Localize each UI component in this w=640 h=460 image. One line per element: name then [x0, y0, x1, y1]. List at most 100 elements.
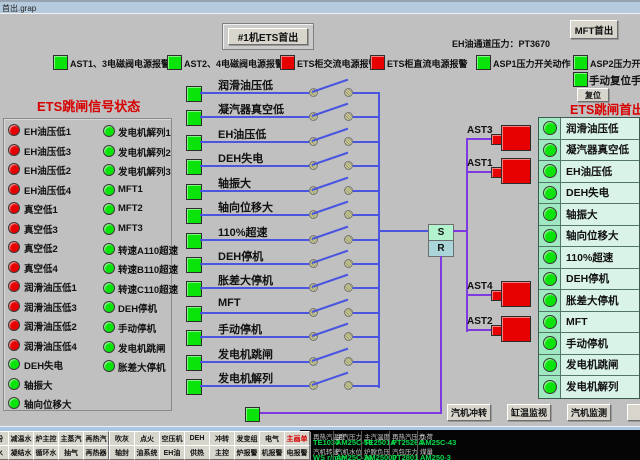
trip-lamp-label: 发电机解列2	[118, 145, 171, 159]
logic-row-label: 轴向位移大	[218, 199, 273, 215]
trip-lamp-label: DEH失电	[24, 358, 63, 372]
wire	[351, 214, 379, 216]
first-out-lamp	[543, 229, 557, 243]
trip-lamp-label: 润滑油压低4	[24, 339, 77, 353]
first-out-lamp	[543, 121, 557, 135]
wire	[200, 190, 313, 192]
trip-lamp-label: 转速C110超速	[118, 282, 178, 296]
toolbar-button[interactable]: 轴封	[109, 445, 135, 460]
toolbar-button[interactable]: 再热器	[83, 445, 109, 460]
switch-contact-icon	[344, 137, 353, 146]
switch-contact-icon	[344, 161, 353, 170]
logic-row-label: 手动停机	[218, 321, 262, 337]
toolbar-button[interactable]: 凝结水	[8, 445, 34, 460]
toolbar-button[interactable]: 电气	[259, 431, 285, 446]
readout-value: PT2801	[392, 453, 418, 460]
ets-first-out-button[interactable]: #1机ETS首出	[228, 28, 308, 45]
wire	[351, 92, 379, 94]
trip-status-title: ETS跳闸信号状态	[37, 96, 140, 115]
first-out-row: 轴振大	[539, 204, 639, 226]
nav-button[interactable]: 汽机监测	[567, 404, 611, 421]
first-out-row: 发电机解列	[539, 376, 639, 398]
toolbar-button[interactable]: 冲转	[209, 431, 235, 446]
trip-lamp	[8, 339, 20, 351]
legend-indicator	[476, 55, 491, 70]
switch-blade-icon	[312, 226, 349, 240]
logic-input-indicator	[186, 281, 202, 297]
mft-first-out-button[interactable]: MFT首出	[570, 20, 618, 39]
sr-input-wire	[380, 230, 428, 232]
ast-valve-indicator	[501, 316, 531, 342]
logic-row-label: 发电机解列	[218, 370, 273, 386]
trip-lamp	[103, 125, 115, 137]
toolbar-button[interactable]: DEH	[184, 431, 210, 446]
first-out-lamp	[543, 380, 557, 394]
switch-blade-icon	[312, 177, 349, 191]
wire	[351, 312, 379, 314]
trip-lamp-label: 发电机跳闸	[118, 341, 166, 355]
toolbar-button[interactable]: 炉主控	[33, 431, 59, 446]
first-out-lamp-cell	[539, 204, 561, 225]
toolbar-button[interactable]: 吹灰	[109, 431, 135, 446]
wire	[351, 263, 379, 265]
ast-valve-indicator	[501, 158, 531, 184]
toolbar-button[interactable]: 再热汽	[83, 431, 109, 446]
first-out-label: 发电机解列	[561, 376, 639, 398]
switch-blade-icon	[312, 323, 349, 337]
trip-lamp	[8, 378, 20, 390]
first-out-lamp-cell	[539, 161, 561, 182]
first-out-lamp-cell	[539, 118, 561, 139]
trip-lamp	[8, 319, 20, 331]
toolbar-button[interactable]: 循环水	[33, 445, 59, 460]
logic-row-label: 润滑油压低	[218, 77, 273, 93]
manual-reset-label: 手动复位手柄	[589, 73, 640, 88]
switch-contact-icon	[344, 357, 353, 366]
trip-lamp	[8, 222, 20, 234]
toolbar-button[interactable]: 主蒸汽	[58, 431, 84, 446]
trip-lamp-label: 轴振大	[24, 378, 53, 392]
toolbar-button[interactable]: 减温水	[8, 431, 34, 446]
nav-button[interactable]: 汽机冲转	[447, 404, 491, 421]
switch-blade-icon	[312, 250, 349, 264]
toolbar-button[interactable]: 抽气	[58, 445, 84, 460]
toolbar-button[interactable]: 空压机	[159, 431, 185, 446]
first-out-row: 手动停机	[539, 333, 639, 355]
toolbar-button[interactable]: 主画单	[284, 431, 310, 446]
wire	[351, 116, 379, 118]
ast-label: AST3	[467, 125, 493, 136]
toolbar-button[interactable]: 主控	[209, 445, 235, 460]
nav-button[interactable]: DEH	[627, 404, 640, 421]
toolbar-button[interactable]: 点火	[134, 431, 160, 446]
wire	[351, 165, 379, 167]
eh-channel-pressure-label: EH油通道压力：PT3670	[452, 37, 550, 50]
legend-indicator	[53, 55, 68, 70]
legend-indicator	[280, 55, 295, 70]
logic-input-indicator	[186, 184, 202, 200]
toolbar-button[interactable]: EH油	[159, 445, 185, 460]
reset-button[interactable]: 复位	[577, 88, 609, 102]
ast-tap-wire	[468, 171, 492, 173]
toolbar-button[interactable]: 油系统	[134, 445, 160, 460]
nav-button[interactable]: 缸温监视	[507, 404, 551, 421]
logic-row-label: DEH失电	[218, 150, 263, 166]
toolbar-button[interactable]: 发变组	[234, 431, 260, 446]
window-title: 首出.grap	[2, 3, 36, 14]
toolbar-button[interactable]: 供热	[184, 445, 210, 460]
first-out-label: 轴振大	[561, 204, 639, 225]
switch-blade-icon	[312, 348, 349, 362]
trip-lamp-label: DEH停机	[118, 301, 157, 315]
logic-input-indicator	[186, 257, 202, 273]
first-out-lamp-cell	[539, 355, 561, 376]
switch-contact-icon	[344, 332, 353, 341]
reset-input-indicator	[245, 407, 260, 422]
first-out-label: 手动停机	[561, 333, 639, 354]
wire	[351, 190, 379, 192]
trip-lamp-label: EH油压低3	[24, 144, 71, 158]
trip-lamp-label: MFT1	[118, 184, 143, 195]
first-out-lamp-cell	[539, 376, 561, 398]
trip-lamp-label: 润滑油压低2	[24, 319, 77, 333]
toolbar-button[interactable]: 炉报警	[234, 445, 260, 460]
toolbar-button[interactable]: 机报警	[259, 445, 285, 460]
toolbar-button[interactable]: 电报警	[284, 445, 310, 460]
logic-row-label: 发电机跳闸	[218, 346, 273, 362]
